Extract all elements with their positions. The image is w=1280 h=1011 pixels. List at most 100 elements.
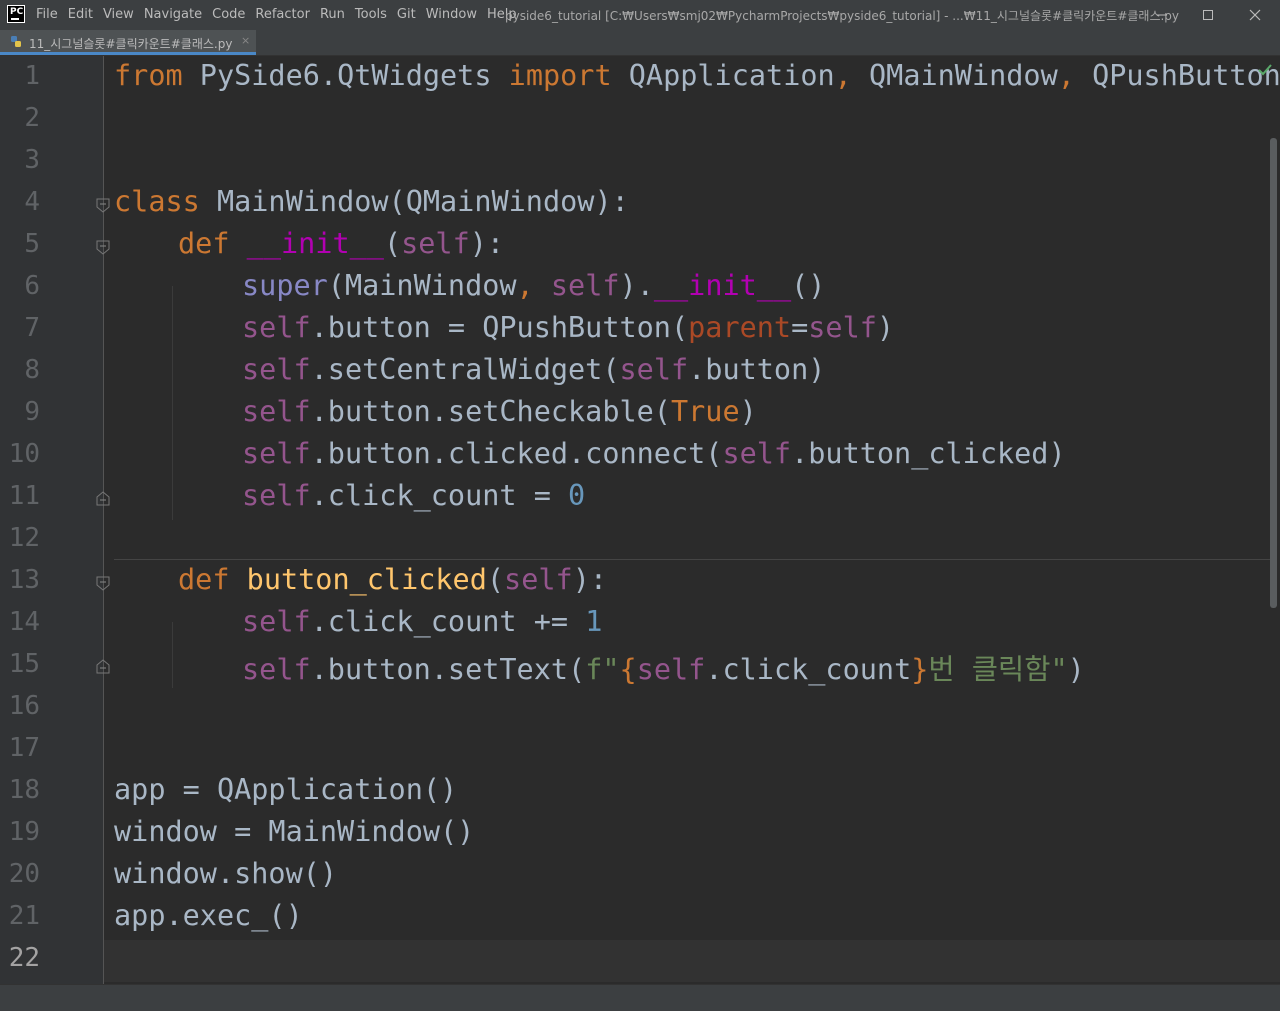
token: 1 <box>585 605 603 638</box>
menu-refactor[interactable]: Refactor <box>255 7 310 22</box>
menu-navigate[interactable]: Navigate <box>144 7 202 22</box>
token: self <box>401 227 470 260</box>
window-title: pyside6_tutorial [C:₩Users₩smj02₩Pycharm… <box>505 9 1180 23</box>
line-number: 20 <box>8 859 40 889</box>
token: ( <box>383 227 402 260</box>
token: button_clicked <box>246 563 487 596</box>
minimize-button[interactable] <box>1139 0 1185 30</box>
token: self <box>242 653 311 686</box>
indent-guide <box>172 622 173 688</box>
code-line-11: self.click_count = 0 <box>242 479 585 512</box>
token: self <box>808 311 877 344</box>
token: class <box>114 185 200 218</box>
token: } <box>911 653 929 686</box>
token: parent <box>688 311 792 344</box>
code-line-20: window.show() <box>114 857 338 890</box>
token: def <box>178 227 230 260</box>
code-line-15: self.button.setText(f"{self.click_count}… <box>242 647 1085 688</box>
line-number: 16 <box>8 691 40 721</box>
code-line-5: def __init__(self): <box>178 227 504 260</box>
menu-tools[interactable]: Tools <box>355 7 387 22</box>
token: self <box>722 437 792 470</box>
token: .setCentralWidget( <box>310 353 620 386</box>
line-number-gutter[interactable]: 1 2 3 4 5 6 7 8 9 10 11 12 13 14 15 16 1… <box>0 56 104 984</box>
token: self <box>504 563 573 596</box>
line-number: 12 <box>8 523 40 553</box>
token: self <box>242 353 311 386</box>
token: f" <box>585 653 620 686</box>
current-line-highlight <box>104 940 1280 982</box>
token: .click_count <box>705 653 912 686</box>
token: self <box>550 269 620 302</box>
menu-git[interactable]: Git <box>397 7 416 22</box>
line-number: 9 <box>24 397 40 427</box>
line-number: 6 <box>24 271 40 301</box>
tab-active-file[interactable]: 11_시그널슬롯#클릭카운트#클래스.py × <box>0 30 256 55</box>
line-number: 15 <box>8 649 40 679</box>
token: ) <box>1067 653 1085 686</box>
line-number: 10 <box>8 439 40 469</box>
token: True <box>670 395 740 428</box>
code-editor[interactable]: 1 2 3 4 5 6 7 8 9 10 11 12 13 14 15 16 1… <box>0 56 1280 984</box>
token: MainWindow(QMainWindow): <box>199 185 629 218</box>
token: def <box>178 563 230 596</box>
menu-code[interactable]: Code <box>212 7 245 22</box>
token: ( <box>486 563 505 596</box>
line-number-current: 22 <box>8 943 40 973</box>
line-number: 3 <box>24 145 40 175</box>
tab-label: 11_시그널슬롯#클릭카운트#클래스.py <box>29 37 233 51</box>
line-number: 8 <box>24 355 40 385</box>
code-line-1: from PySide6.QtWidgets import QApplicati… <box>114 59 1280 92</box>
menu-edit[interactable]: Edit <box>68 7 93 22</box>
line-number: 17 <box>8 733 40 763</box>
code-line-21: app.exec_() <box>114 899 303 932</box>
token: self <box>242 479 311 512</box>
menu-window[interactable]: Window <box>426 7 477 22</box>
fold-open-icon[interactable] <box>95 575 111 591</box>
menu-view[interactable]: View <box>103 7 134 22</box>
line-number: 4 <box>24 187 40 217</box>
tab-close-icon[interactable]: × <box>241 34 250 47</box>
line-number: 1 <box>24 61 40 91</box>
token: self <box>242 437 311 470</box>
code-line-19: window = MainWindow() <box>114 815 475 848</box>
token: PySide6.QtWidgets <box>182 59 509 92</box>
fold-end-icon[interactable] <box>95 491 111 507</box>
token: , <box>1057 59 1075 92</box>
menu-run[interactable]: Run <box>320 7 345 22</box>
code-line-8: self.setCentralWidget(self.button) <box>242 353 825 386</box>
line-number: 5 <box>24 229 40 259</box>
token: .button.setText( <box>310 653 586 686</box>
token: ). <box>619 269 654 302</box>
code-line-7: self.button = QPushButton(parent=self) <box>242 311 894 344</box>
menu-bar: File Edit View Navigate Code Refactor Ru… <box>36 7 527 22</box>
editor-tab-bar: 11_시그널슬롯#클릭카운트#클래스.py × <box>0 30 1280 56</box>
token: self <box>242 311 311 344</box>
token: = <box>791 311 809 344</box>
line-number: 7 <box>24 313 40 343</box>
fold-open-icon[interactable] <box>95 197 111 213</box>
line-number: 19 <box>8 817 40 847</box>
vertical-scrollbar[interactable] <box>1270 138 1277 608</box>
token: .button) <box>688 353 826 386</box>
inspection-ok-icon[interactable] <box>1258 64 1272 76</box>
token: .button.clicked.connect( <box>310 437 723 470</box>
indent-guide <box>172 286 173 520</box>
fold-end-icon[interactable] <box>95 659 111 675</box>
token: self <box>242 605 311 638</box>
maximize-button[interactable] <box>1185 0 1231 30</box>
token: ) <box>876 311 895 344</box>
menu-file[interactable]: File <box>36 7 58 22</box>
line-number: 13 <box>8 565 40 595</box>
fold-open-icon[interactable] <box>95 239 111 255</box>
token: , <box>516 269 534 302</box>
close-window-button[interactable] <box>1232 0 1278 30</box>
line-number: 2 <box>24 103 40 133</box>
pycharm-logo-icon[interactable]: PC <box>7 5 25 23</box>
token: __init__ <box>246 227 384 260</box>
code-line-6: super(MainWindow, self).__init__() <box>242 269 825 302</box>
minimize-icon <box>1157 14 1167 16</box>
